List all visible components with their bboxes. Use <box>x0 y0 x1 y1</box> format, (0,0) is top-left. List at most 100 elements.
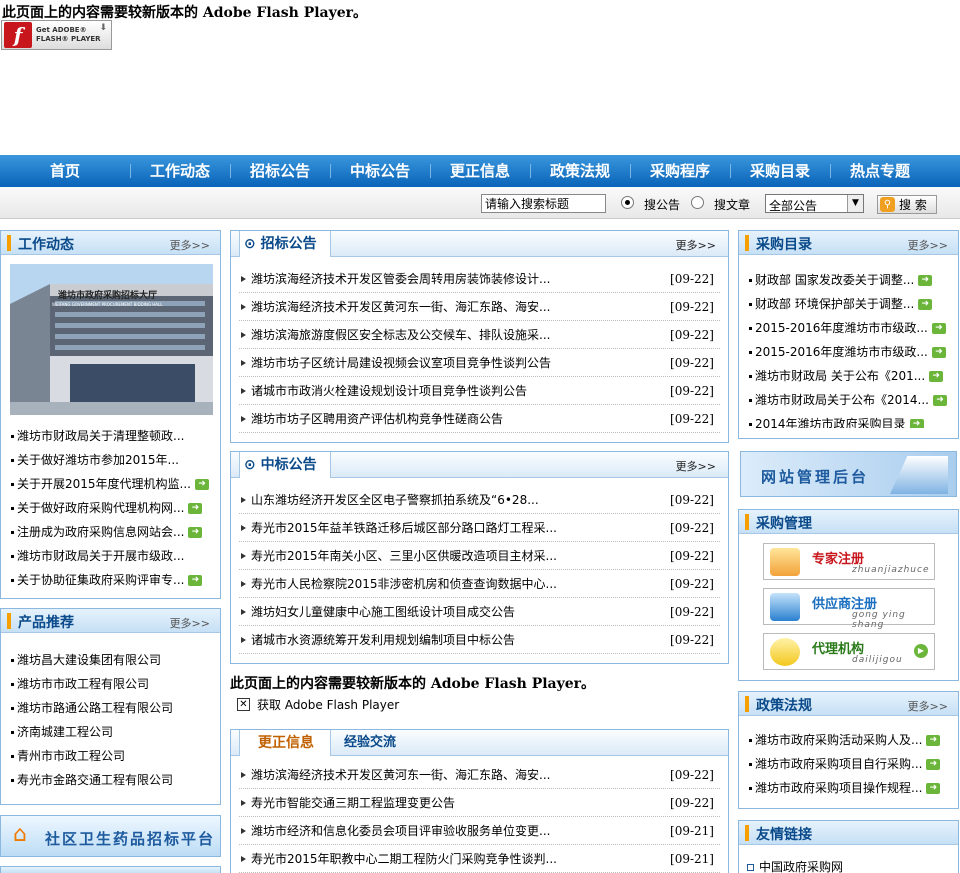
get-flash-player-button[interactable]: f Get ADOBE® FLASH® PLAYER ⬇ <box>1 20 112 50</box>
list-item[interactable]: 潍坊市政府采购活动采购人及... ➜ <box>743 728 955 752</box>
search-button[interactable]: ⚲ 搜 索 <box>877 195 937 214</box>
table-row[interactable]: 潍坊滨海经济技术开发区黄河东一街、海汇东路、海安... [09-22] <box>239 761 720 789</box>
list-item[interactable]: 关于做好政府采购代理机构网... ➜ <box>5 496 217 520</box>
list-item[interactable]: 2015-2016年度潍坊市市级政... ➜ <box>743 316 955 340</box>
bidding-item-date: [09-22] <box>670 272 714 286</box>
table-row[interactable]: 潍坊滨海经济技术开发区黄河东一街、海汇东路、海安... [09-22] <box>239 293 720 321</box>
list-item[interactable]: 潍坊市财政局关于清理整顿政... <box>5 424 217 448</box>
table-row[interactable]: 潍坊滨海旅游度假区安全标志及公交候车、排队设施采... [09-22] <box>239 321 720 349</box>
catalog-item-text: 2015-2016年度潍坊市市级政... <box>755 345 928 359</box>
get-flash-link[interactable]: ✕ 获取 Adobe Flash Player <box>237 696 399 713</box>
list-item[interactable]: 潍坊市政府采购项目操作规程... ➜ <box>743 776 955 800</box>
product-item-text: 济南城建工程公司 <box>17 725 114 739</box>
new-arrow-icon: ➜ <box>926 759 941 770</box>
tab-bidding[interactable]: ⊙ 招标公告 <box>239 231 331 257</box>
table-row[interactable]: 潍坊妇女儿童健康中心施工图纸设计项目成交公告 [09-22] <box>239 598 720 626</box>
bidding-more-link[interactable]: 更多>> <box>676 237 716 253</box>
work-news-more-link[interactable]: 更多>> <box>170 237 210 253</box>
list-item[interactable]: 济南城建工程公司 <box>5 720 217 744</box>
table-row[interactable]: 寿光市2015年南关小区、三里小区供暖改造项目主材采... [09-22] <box>239 542 720 570</box>
search-icon: ⚲ <box>880 197 895 212</box>
list-item[interactable]: 关于开展2015年度代理机构监... ➜ <box>5 472 217 496</box>
table-row[interactable]: 寿光市人民检察院2015非涉密机房和侦查查询数据中心... [09-22] <box>239 570 720 598</box>
products-more-link[interactable]: 更多>> <box>170 615 210 631</box>
policy-item-text: 潍坊市政府采购项目自行采购... <box>755 757 923 771</box>
table-row[interactable]: 寿光市2015年职教中心二期工程防火门采购竞争性谈判... [09-21] <box>239 845 720 873</box>
catalog-item-text: 财政部 国家发改委关于调整... <box>755 273 915 287</box>
new-arrow-icon: ➜ <box>194 479 209 490</box>
list-item[interactable]: 2015-2016年度潍坊市市级政... ➜ <box>743 340 955 364</box>
community-drug-banner[interactable]: ⌂ 社区卫生药品招标平台 <box>0 815 221 857</box>
expert-register-button[interactable]: 专家注册 zhuanjiazhuce <box>763 543 935 580</box>
links-title: 友情链接 <box>756 827 812 843</box>
correction-item-text: 潍坊市经济和信息化委员会项目评审验收服务单位变更... <box>251 824 551 838</box>
list-item[interactable]: 注册成为政府采购信息网站会... ➜ <box>5 520 217 544</box>
policy-more-link[interactable]: 更多>> <box>908 698 948 714</box>
new-arrow-icon: ➜ <box>918 275 933 286</box>
links-panel: 友情链接 中国政府采购网 <box>738 820 959 873</box>
table-row[interactable]: 诸城市市政消火栓建设规划设计项目竞争性谈判公告 [09-22] <box>239 377 720 405</box>
title-bar-icon <box>7 613 11 629</box>
nav-bidding[interactable]: 招标公告 <box>230 155 330 187</box>
work-news-item-text: 潍坊市财政局关于开展市级政... <box>17 549 185 563</box>
correction-item-date: [09-22] <box>670 796 714 810</box>
list-item[interactable]: 潍坊市路通公路工程有限公司 <box>5 696 217 720</box>
nav-catalog[interactable]: 采购目录 <box>730 155 830 187</box>
table-row[interactable]: 潍坊市坊子区统计局建设视频会议室项目竞争性谈判公告 [09-22] <box>239 349 720 377</box>
list-item[interactable]: 财政部 环境保护部关于调整... ➜ <box>743 292 955 316</box>
award-item-text: 寿光市2015年南关小区、三里小区供暖改造项目主材采... <box>251 549 557 563</box>
nav-policy[interactable]: 政策法规 <box>530 155 630 187</box>
bidding-item-text: 诸城市市政消火栓建设规划设计项目竞争性谈判公告 <box>251 384 528 398</box>
agency-button[interactable]: 代理机构 dailijigou ▶ <box>763 633 935 670</box>
award-more-link[interactable]: 更多>> <box>676 458 716 474</box>
table-row[interactable]: 潍坊滨海经济技术开发区管委会周转用房装饰装修设计... [09-22] <box>239 265 720 293</box>
new-arrow-icon: ➜ <box>931 347 946 358</box>
new-arrow-icon: ➜ <box>918 299 933 310</box>
nav-work-news[interactable]: 工作动态 <box>130 155 230 187</box>
tab-experience[interactable]: 经验交流 <box>344 730 396 756</box>
list-item[interactable]: 关于做好潍坊市参加2015年... <box>5 448 217 472</box>
bidding-panel: ⊙ 招标公告 更多>> 潍坊滨海经济技术开发区管委会周转用房装饰装修设计... [0… <box>230 230 729 443</box>
list-item[interactable]: 寿光市金路交通工程有限公司 <box>5 768 217 792</box>
tab-correction[interactable]: 更正信息 <box>239 730 331 756</box>
list-item[interactable]: 潍坊市政府采购项目自行采购... ➜ <box>743 752 955 776</box>
notice-type-select[interactable]: 全部公告 ▼ <box>765 194 864 213</box>
nav-hot-topics[interactable]: 热点专题 <box>830 155 930 187</box>
nav-procedure[interactable]: 采购程序 <box>630 155 730 187</box>
policy-item-text: 潍坊市政府采购项目操作规程... <box>755 781 923 795</box>
list-item[interactable]: 2014年潍坊市政府采购目录 ➜ <box>743 412 955 428</box>
correction-panel: 更正信息 经验交流 潍坊滨海经济技术开发区黄河东一街、海汇东路、海安... [09… <box>230 729 729 873</box>
list-item[interactable]: 关于协助征集政府采购评审专... ➜ <box>5 568 217 592</box>
bidding-item-text: 潍坊市坊子区聘用资产评估机构竞争性磋商公告 <box>251 412 504 426</box>
list-item[interactable]: 潍坊市市政工程有限公司 <box>5 672 217 696</box>
list-item[interactable]: 潍坊昌大建设集团有限公司 <box>5 648 217 672</box>
nav-correction[interactable]: 更正信息 <box>430 155 530 187</box>
correction-item-date: [09-22] <box>670 768 714 782</box>
radio-search-notice[interactable] <box>621 196 634 209</box>
list-item[interactable]: 青州市市政工程公司 <box>5 744 217 768</box>
list-item[interactable]: 潍坊市财政局关于公布《2014... ➜ <box>743 388 955 412</box>
radio-search-article[interactable] <box>691 196 704 209</box>
square-bullet-icon <box>747 864 754 871</box>
list-item[interactable]: 潍坊市财政局 关于公布《201... ➜ <box>743 364 955 388</box>
search-input[interactable] <box>481 194 606 213</box>
tab-award[interactable]: ⊙ 中标公告 <box>239 452 331 478</box>
table-row[interactable]: 潍坊市经济和信息化委员会项目评审验收服务单位变更... [09-21] <box>239 817 720 845</box>
table-row[interactable]: 山东潍坊经济开发区全区电子警察抓拍系统及“6•28... [09-22] <box>239 486 720 514</box>
nav-home[interactable]: 首页 <box>0 155 130 187</box>
list-item[interactable]: 财政部 国家发改委关于调整... ➜ <box>743 268 955 292</box>
policy-list: 潍坊市政府采购活动采购人及... ➜ 潍坊市政府采购项目自行采购... ➜ 潍坊市政… <box>743 728 955 800</box>
table-row[interactable]: 寿光市智能交通三期工程监理变更公告 [09-22] <box>239 789 720 817</box>
table-row[interactable]: 寿光市2015年益羊铁路迁移后城区部分路口路灯工程采... [09-22] <box>239 514 720 542</box>
catalog-more-link[interactable]: 更多>> <box>908 237 948 253</box>
bidding-item-text: 潍坊市坊子区统计局建设视频会议室项目竞争性谈判公告 <box>251 356 552 370</box>
admin-backend-banner[interactable]: 网站管理后台 <box>740 451 957 497</box>
supplier-register-button[interactable]: 供应商注册 gong ying shang <box>763 588 935 630</box>
nav-award[interactable]: 中标公告 <box>330 155 430 187</box>
table-row[interactable]: 潍坊市坊子区聘用资产评估机构竞争性磋商公告 [09-22] <box>239 405 720 433</box>
list-item[interactable]: 潍坊市财政局关于开展市级政... <box>5 544 217 568</box>
community-drug-label: 社区卫生药品招标平台 <box>45 830 216 848</box>
product-item-text: 青州市市政工程公司 <box>17 749 126 763</box>
table-row[interactable]: 诸城市水资源统筹开发利用规划编制项目中标公告 [09-22] <box>239 626 720 654</box>
friend-link-item[interactable]: 中国政府采购网 <box>747 858 843 873</box>
